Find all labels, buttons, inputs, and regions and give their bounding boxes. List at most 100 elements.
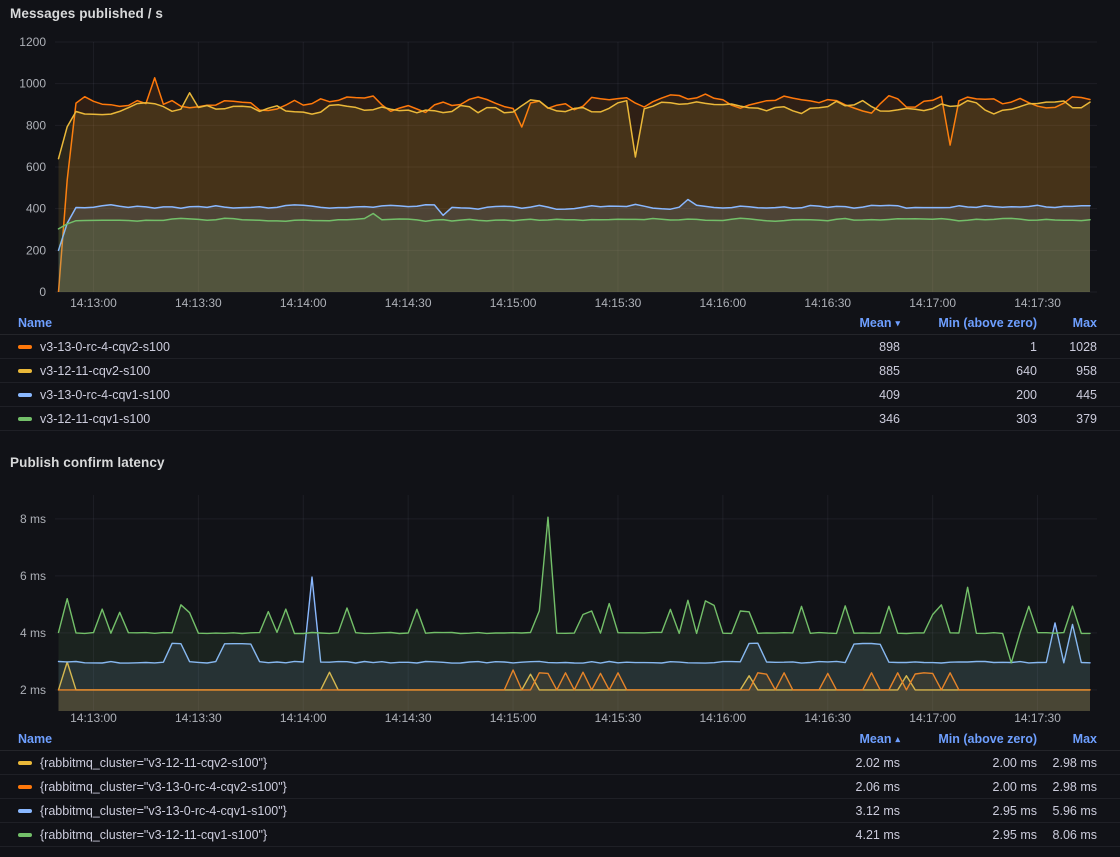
legend-row[interactable]: {rabbitmq_cluster="v3-12-11-cqv1-s100"} 4…: [0, 823, 1120, 847]
series-area: [59, 517, 1091, 711]
y-axis-tick-label: 8 ms: [20, 512, 46, 526]
series-color-swatch-icon: [18, 761, 32, 765]
y-axis-tick-label: 1000: [19, 77, 46, 91]
series-color-swatch-icon: [18, 369, 32, 373]
legend-min-value: 1: [900, 340, 1037, 354]
legend-series-toggle[interactable]: {rabbitmq_cluster="v3-12-11-cqv2-s100"}: [18, 756, 765, 770]
legend-series-name: {rabbitmq_cluster="v3-12-11-cqv2-s100"}: [40, 756, 267, 770]
y-axis-tick-label: 4 ms: [20, 626, 46, 640]
chart-plot-area[interactable]: [59, 78, 1091, 292]
legend-row[interactable]: {rabbitmq_cluster="v3-12-11-cqv2-s100"} 2…: [0, 751, 1120, 775]
series-area: [59, 214, 1091, 293]
x-axis-tick-label: 14:15:00: [490, 711, 537, 725]
legend-series-name: v3-13-0-rc-4-cqv1-s100: [40, 388, 170, 402]
legend-column-max[interactable]: Max: [1037, 316, 1097, 330]
legend-column-min[interactable]: Min (above zero): [900, 732, 1037, 746]
legend-mean-value: 898: [765, 340, 900, 354]
x-axis-tick-label: 14:14:00: [280, 711, 327, 725]
x-axis-tick-label: 14:15:30: [595, 711, 642, 725]
legend-mean-value: 409: [765, 388, 900, 402]
legend-series-toggle[interactable]: v3-13-0-rc-4-cqv1-s100: [18, 388, 765, 402]
legend-column-name[interactable]: Name: [18, 732, 765, 746]
legend-max-value: 8.06 ms: [1037, 828, 1097, 842]
legend-series-name: v3-12-11-cqv1-s100: [40, 412, 150, 426]
panel-title-publish-confirm-latency[interactable]: Publish confirm latency: [0, 431, 1120, 475]
y-axis-tick-label: 1200: [19, 35, 46, 49]
legend-row[interactable]: v3-12-11-cqv2-s100885640958: [0, 359, 1120, 383]
y-axis-tick-label: 2 ms: [20, 683, 46, 697]
legend-mean-value: 3.12 ms: [765, 804, 900, 818]
x-axis-tick-label: 14:13:00: [70, 711, 117, 725]
legend-series-toggle[interactable]: v3-13-0-rc-4-cqv2-s100: [18, 340, 765, 354]
x-axis-tick-label: 14:13:30: [175, 296, 222, 310]
legend-max-value: 2.98 ms: [1037, 780, 1097, 794]
x-axis-tick-label: 14:15:30: [595, 296, 642, 310]
legend-max-value: 445: [1037, 388, 1097, 402]
series-color-swatch-icon: [18, 345, 32, 349]
legend-rows: v3-13-0-rc-4-cqv2-s100 89811028 v3-12-11-c…: [0, 335, 1120, 431]
legend-column-max[interactable]: Max: [1037, 732, 1097, 746]
x-axis-tick-label: 14:15:00: [490, 296, 537, 310]
series-color-swatch-icon: [18, 785, 32, 789]
legend-row[interactable]: {rabbitmq_cluster="v3-13-0-rc-4-cqv2-s10…: [0, 775, 1120, 799]
legend-row[interactable]: v3-12-11-cqv1-s100 346303379: [0, 407, 1120, 431]
sort-caret-icon: ▾: [895, 319, 900, 328]
legend-header-row: Name Mean▴ Min (above zero) Max: [0, 727, 1120, 751]
legend-rows: {rabbitmq_cluster="v3-12-11-cqv2-s100"} 2…: [0, 751, 1120, 847]
legend-mean-value: 4.21 ms: [765, 828, 900, 842]
x-axis-tick-label: 14:14:00: [280, 296, 327, 310]
legend-mean-value: 885: [765, 364, 900, 378]
x-axis-tick-label: 14:16:00: [699, 296, 746, 310]
publish-confirm-latency-chart[interactable]: 2 ms 4 ms 6 ms 8 ms 14:13:00 14:13:30 14:14:00…: [0, 475, 1120, 727]
x-axis-tick-label: 14:17:30: [1014, 296, 1061, 310]
legend-series-toggle[interactable]: v3-12-11-cqv1-s100: [18, 412, 765, 426]
legend-header-row: Name Mean▾ Min (above zero) Max: [0, 311, 1120, 335]
sort-caret-icon: ▴: [895, 735, 900, 744]
legend-column-mean[interactable]: Mean▴: [765, 732, 900, 746]
series-color-swatch-icon: [18, 809, 32, 813]
legend-max-value: 1028: [1037, 340, 1097, 354]
y-axis-tick-label: 400: [26, 202, 46, 216]
legend-max-value: 379: [1037, 412, 1097, 426]
legend-mean-value: 346: [765, 412, 900, 426]
legend-series-name: v3-12-11-cqv2-s100: [40, 364, 150, 378]
x-axis-tick-label: 14:14:30: [385, 296, 432, 310]
legend-row[interactable]: v3-13-0-rc-4-cqv1-s100 409200445: [0, 383, 1120, 407]
legend-min-value: 303: [900, 412, 1037, 426]
legend-column-mean[interactable]: Mean▾: [765, 316, 900, 330]
y-axis-tick-label: 200: [26, 243, 46, 257]
y-axis-tick-label: 0: [39, 285, 46, 299]
x-axis-tick-label: 14:17:30: [1014, 711, 1061, 725]
legend-series-toggle[interactable]: v3-12-11-cqv2-s100: [18, 364, 765, 378]
legend-series-toggle[interactable]: {rabbitmq_cluster="v3-12-11-cqv1-s100"}: [18, 828, 765, 842]
legend-max-value: 5.96 ms: [1037, 804, 1097, 818]
series-color-swatch-icon: [18, 393, 32, 397]
legend-column-name[interactable]: Name: [18, 316, 765, 330]
legend-min-value: 2.95 ms: [900, 828, 1037, 842]
legend-series-name: {rabbitmq_cluster="v3-12-11-cqv1-s100"}: [40, 828, 267, 842]
legend-series-name: {rabbitmq_cluster="v3-13-0-rc-4-cqv2-s10…: [40, 780, 287, 794]
legend-max-value: 2.98 ms: [1037, 756, 1097, 770]
panel-messages-published: Messages published / s 02004006008001000…: [0, 0, 1120, 431]
y-axis-tick-label: 6 ms: [20, 569, 46, 583]
panel-title-messages-published[interactable]: Messages published / s: [0, 0, 1120, 26]
y-axis-tick-label: 800: [26, 118, 46, 132]
series-color-swatch-icon: [18, 417, 32, 421]
legend-row[interactable]: v3-13-0-rc-4-cqv2-s100 89811028: [0, 335, 1120, 359]
dashboard: Messages published / s 02004006008001000…: [0, 0, 1120, 847]
panel-publish-confirm-latency: Publish confirm latency 2 ms 4 ms 6 ms 8 ms…: [0, 431, 1120, 847]
legend-row[interactable]: {rabbitmq_cluster="v3-13-0-rc-4-cqv1-s10…: [0, 799, 1120, 823]
x-axis-tick-label: 14:17:00: [909, 711, 956, 725]
x-axis-tick-label: 14:13:30: [175, 711, 222, 725]
chart-plot-area[interactable]: [59, 517, 1091, 711]
x-axis-tick-label: 14:16:30: [804, 296, 851, 310]
messages-published-chart[interactable]: 02004006008001000120014:13:0014:13:3014:…: [0, 26, 1120, 311]
x-axis-tick-label: 14:17:00: [909, 296, 956, 310]
legend-series-toggle[interactable]: {rabbitmq_cluster="v3-13-0-rc-4-cqv2-s10…: [18, 780, 765, 794]
legend-column-min[interactable]: Min (above zero): [900, 316, 1037, 330]
x-axis-tick-label: 14:14:30: [385, 711, 432, 725]
legend-series-name: v3-13-0-rc-4-cqv2-s100: [40, 340, 170, 354]
legend-series-toggle[interactable]: {rabbitmq_cluster="v3-13-0-rc-4-cqv1-s10…: [18, 804, 765, 818]
legend-min-value: 200: [900, 388, 1037, 402]
publish-confirm-latency-legend: Name Mean▴ Min (above zero) Max {rabbitm…: [0, 727, 1120, 847]
